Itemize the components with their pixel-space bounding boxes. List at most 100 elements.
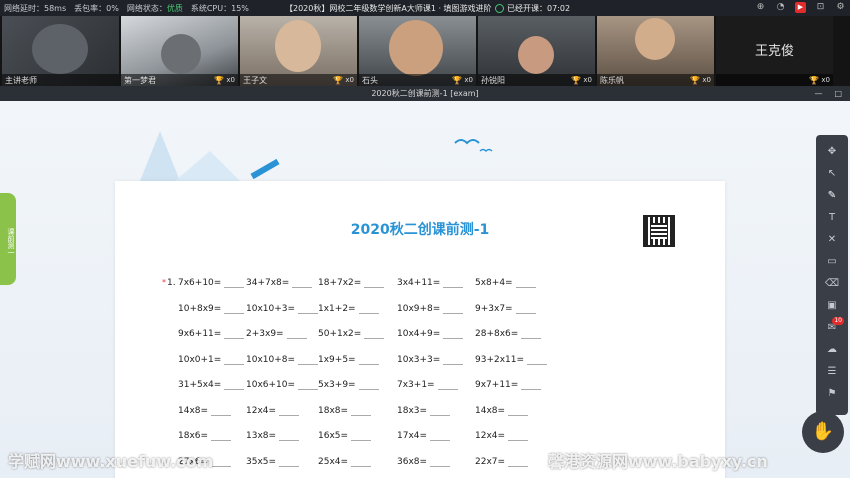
window-controls: ⊕ ◔ ▶ ⊡ ⚙ <box>755 2 846 13</box>
math-problem: 2+3x9= <box>246 329 307 339</box>
pen-icon[interactable]: ✎ <box>822 187 842 205</box>
math-problem: 31+5x4= <box>178 380 244 390</box>
trophy-count: x0 <box>226 76 235 84</box>
participant-name: 第一梦君 <box>124 75 156 85</box>
video-tile[interactable]: 王子文 🏆 x0 <box>240 16 357 86</box>
video-tile[interactable]: 第一梦君 🏆 x0 <box>121 16 238 86</box>
courseware-controls: — □ <box>814 86 842 101</box>
participant-name: 孙锐阳 <box>481 75 505 85</box>
participant-image <box>389 20 443 76</box>
participant-image <box>635 18 675 60</box>
courseware-stage: 课前测一 2020秋二创课前测-1 * 1. 7x6+10= 34+7x8= 18+… <box>0 101 850 478</box>
latency-stat: 网络延时：58ms <box>4 3 67 13</box>
exam-paper: 2020秋二创课前测-1 * 1. 7x6+10= 34+7x8= 18+7x2= 3… <box>115 181 725 478</box>
math-problem: 18x8= <box>318 406 371 416</box>
math-problem: 5x8+4= <box>475 278 536 288</box>
right-toolbar: ✥ ↖ ✎ T ✕ ▭ ⌫ ▣ ✉ 10 ☁ ☰ ⚑ <box>816 135 848 415</box>
settings-icon[interactable]: ⚙ <box>835 2 846 13</box>
shape-icon[interactable]: ✕ <box>822 231 842 249</box>
participant-name: 主讲老师 <box>5 75 37 85</box>
video-tile[interactable]: 王克俊 🏆 x0 <box>716 16 833 86</box>
participant-name: 石头 <box>362 75 378 85</box>
trophy-icon: 🏆 <box>690 75 701 85</box>
video-label: 主讲老师 <box>2 74 119 86</box>
video-strip: 主讲老师 第一梦君 🏆 x0 王子文 🏆 x0 石头 🏆 x0 孙锐阳 🏆 x0 <box>0 16 850 86</box>
cursor-icon[interactable]: ↖ <box>822 165 842 183</box>
trophy-icon: 🏆 <box>333 75 344 85</box>
toolbox-icon[interactable]: ☰ <box>822 363 842 381</box>
delete-icon[interactable]: ⌫ <box>822 275 842 293</box>
math-problem: 28+8x6= <box>475 329 541 339</box>
video-tile[interactable]: 陈乐帆 🏆 x0 <box>597 16 714 86</box>
trophy-count: x0 <box>702 76 711 84</box>
video-tile[interactable]: 石头 🏆 x0 <box>359 16 476 86</box>
math-problem: 10x6+10= <box>246 380 318 390</box>
eraser-icon[interactable]: ▭ <box>822 253 842 271</box>
trophy-icon: 🏆 <box>452 75 463 85</box>
participant-image <box>32 24 88 74</box>
math-problem: 12x4= <box>246 406 299 416</box>
math-problem: 25x4= <box>318 457 371 467</box>
trophy-count: x0 <box>821 76 830 84</box>
pointer-icon[interactable]: ✥ <box>822 143 842 161</box>
math-problem: 10x4+9= <box>397 329 463 339</box>
image-icon[interactable]: ▣ <box>822 297 842 315</box>
math-problem: 9x7+11= <box>475 380 541 390</box>
math-problem: 22x7= <box>475 457 528 467</box>
video-tile[interactable]: 孙锐阳 🏆 x0 <box>478 16 595 86</box>
math-problem: 35x5= <box>246 457 299 467</box>
math-problem: 10x10+8= <box>246 355 318 365</box>
math-problem: 17x4= <box>397 431 450 441</box>
math-problem: 3x4+11= <box>397 278 463 288</box>
math-problem: 34+7x8= <box>246 278 312 288</box>
message-icon[interactable]: ✉ 10 <box>822 317 844 337</box>
required-mark: * <box>162 278 166 287</box>
qr-code-icon <box>643 215 675 247</box>
cloud-shape <box>140 131 180 181</box>
status-bar: 网络延时：58ms 丢包率：0% 网络状态：优质 系统CPU：15% 【2020… <box>0 0 850 16</box>
math-problem: 9x6+11= <box>178 329 244 339</box>
math-problem: 10x10+3= <box>246 304 318 314</box>
class-title: 【2020秋】网校二年级数学创新A大师课1 · 填图游戏进阶 <box>285 4 492 13</box>
math-problem: 9+3x7= <box>475 304 536 314</box>
cloud-shape <box>175 151 240 181</box>
answer-icon[interactable]: ⚑ <box>822 385 842 403</box>
timer-text: 已经开课：07:02 <box>507 4 571 13</box>
math-problem: 7x6+10= <box>178 278 244 288</box>
clock-icon <box>495 4 504 13</box>
gift-icon[interactable]: ⊕ <box>755 2 766 13</box>
record-icon[interactable]: ▶ <box>795 2 806 13</box>
bird-shape <box>479 148 493 153</box>
math-problem: 10+8x9= <box>178 304 244 314</box>
side-tab[interactable]: 课前测一 <box>0 193 16 285</box>
video-tile[interactable]: 主讲老师 <box>2 16 119 86</box>
math-problem: 50+1x2= <box>318 329 384 339</box>
math-problem: 1x9+5= <box>318 355 379 365</box>
network-status-stat: 网络状态：优质 <box>126 3 183 13</box>
video-label: 陈乐帆 🏆 x0 <box>597 74 714 86</box>
lock-icon[interactable]: ⊡ <box>815 2 826 13</box>
math-problem: 5x3+9= <box>318 380 379 390</box>
paper-title: 2020秋二创课前测-1 <box>350 222 490 238</box>
math-problem: 10x9+8= <box>397 304 463 314</box>
trophy-count: x0 <box>464 76 473 84</box>
math-problem: 14x8= <box>178 406 231 416</box>
minimize-icon[interactable]: — <box>814 86 822 101</box>
trophy-icon: 🏆 <box>571 75 582 85</box>
trophy-count: x0 <box>345 76 354 84</box>
text-icon[interactable]: T <box>822 209 842 227</box>
math-problem: 13x8= <box>246 431 299 441</box>
participant-name: 陈乐帆 <box>600 75 624 85</box>
raise-hand-icon[interactable]: ✋ <box>802 411 844 453</box>
participant-name: 王子文 <box>243 75 267 85</box>
participant-image <box>275 20 321 72</box>
participant-image <box>161 34 201 74</box>
maximize-icon[interactable]: □ <box>834 86 842 101</box>
notification-icon[interactable]: ◔ <box>775 2 786 13</box>
math-problem: 10x3+3= <box>397 355 463 365</box>
cloud-icon[interactable]: ☁ <box>822 341 842 359</box>
courseware-title: 2020秋二创课前测-1 [exam] <box>371 89 479 98</box>
network-status-value: 优质 <box>166 3 183 13</box>
courseware-title-bar: 2020秋二创课前测-1 [exam] — □ <box>0 86 850 101</box>
math-problem: 18x6= <box>178 431 231 441</box>
